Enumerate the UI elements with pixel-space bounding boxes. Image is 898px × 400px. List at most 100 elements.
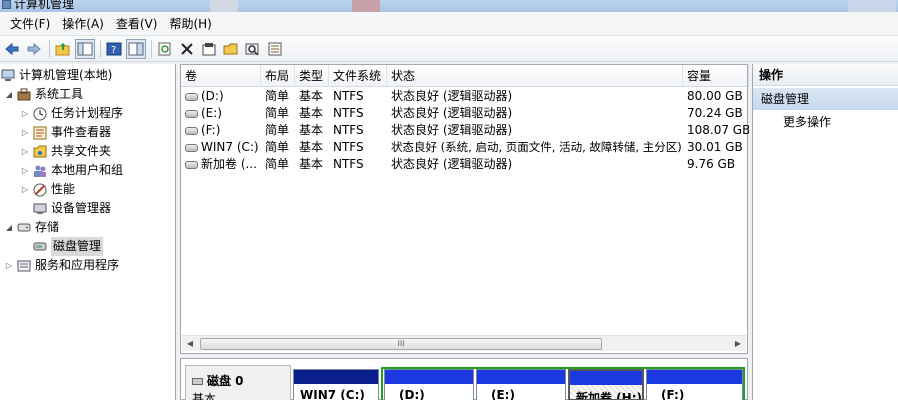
services-icon [16, 258, 32, 274]
table-row[interactable]: 新加卷 (... 简单 基本 NTFS 状态良好 (逻辑驱动器) 9.76 GB [181, 156, 747, 173]
column-header-filesystem[interactable]: 文件系统 [329, 65, 387, 87]
partition-bar [477, 370, 565, 384]
partition-e[interactable]: (E:) [476, 369, 566, 400]
volume-list: 卷 布局 类型 文件系统 状态 容量 (D:) 简单 基本 NTFS 状态良好 … [180, 64, 749, 354]
actions-pane: 操作 磁盘管理 更多操作 [752, 64, 898, 400]
scroll-right-icon[interactable]: ▶ [732, 338, 744, 350]
volume-status: 状态良好 (逻辑驱动器) [391, 89, 513, 103]
volume-filesystem: NTFS [333, 140, 364, 154]
shared-folder-icon [32, 144, 48, 160]
column-header-capacity[interactable]: 容量 [683, 65, 749, 87]
open-folder-icon[interactable] [221, 39, 241, 59]
storage-icon [16, 220, 32, 236]
partition-bar [570, 371, 642, 385]
column-header-volume[interactable]: 卷 [181, 65, 261, 87]
menu-action[interactable]: 操作(A) [56, 14, 110, 34]
table-row[interactable]: (F:) 简单 基本 NTFS 状态良好 (逻辑驱动器) 108.07 GB [181, 122, 749, 139]
horizontal-scrollbar[interactable]: ◀ III ▶ [182, 335, 746, 351]
volume-capacity: 9.76 GB [687, 157, 736, 171]
more-actions-link[interactable]: 更多操作 [783, 112, 831, 132]
column-header-layout[interactable]: 布局 [261, 65, 295, 87]
volume-capacity: 30.01 GB [687, 140, 743, 154]
partition-bar [294, 370, 378, 384]
toolbar-separator [151, 39, 152, 58]
table-row[interactable]: (D:) 简单 基本 NTFS 状态良好 (逻辑驱动器) 80.00 GB [181, 88, 747, 105]
tree-storage[interactable]: ◢ 存储 [4, 218, 59, 237]
scrollbar-thumb[interactable]: III [200, 338, 602, 350]
partition-bar [647, 370, 742, 384]
help-icon[interactable]: ? [104, 39, 124, 59]
show-tree-icon[interactable] [75, 38, 95, 59]
tree-event-viewer[interactable]: ▷ 事件查看器 [20, 123, 111, 142]
volume-capacity: 70.24 GB [687, 106, 743, 120]
volume-icon [185, 109, 198, 118]
expand-arrow-icon[interactable]: ▷ [20, 123, 30, 142]
volume-name: (D:) [201, 89, 224, 103]
column-header-status[interactable]: 状态 [387, 65, 683, 87]
expand-arrow-icon[interactable]: ▷ [4, 256, 14, 275]
forward-arrow-icon[interactable] [24, 39, 44, 59]
up-folder-icon[interactable] [53, 39, 73, 59]
tree-shared-folders[interactable]: ▷ 共享文件夹 [20, 142, 111, 161]
volume-list-header: 卷 布局 类型 文件系统 状态 容量 [181, 65, 749, 87]
table-row[interactable]: WIN7 (C:) 简单 基本 NTFS 状态良好 (系统, 启动, 页面文件,… [181, 139, 747, 156]
back-arrow-icon[interactable] [2, 39, 22, 59]
tree-services-apps[interactable]: ▷ 服务和应用程序 [4, 256, 119, 275]
export-icon[interactable] [265, 39, 285, 59]
properties-icon[interactable] [199, 39, 219, 59]
tree-local-users[interactable]: ▷ 本地用户和组 [20, 161, 123, 180]
partition-d[interactable]: (D:) [384, 369, 474, 400]
partition-f[interactable]: (F:) [646, 369, 743, 400]
performance-icon [32, 182, 48, 198]
volume-layout: 简单 [265, 157, 290, 171]
actions-section-disk-management[interactable]: 磁盘管理 [753, 88, 898, 110]
volume-layout: 简单 [265, 106, 290, 120]
menu-help[interactable]: 帮助(H) [163, 14, 217, 34]
volume-type: 基本 [299, 140, 324, 154]
tree-root[interactable]: 计算机管理(本地) [0, 66, 112, 85]
device-manager-icon [32, 201, 48, 217]
collapse-arrow-icon[interactable]: ◢ [4, 85, 14, 104]
taskbar-thumb-1 [210, 0, 238, 12]
volume-status: 状态良好 (逻辑驱动器) [391, 106, 513, 120]
expand-arrow-icon[interactable]: ▷ [20, 161, 30, 180]
menu-view[interactable]: 查看(V) [110, 14, 164, 34]
volume-type: 基本 [299, 89, 324, 103]
tree-performance[interactable]: ▷ 性能 [20, 180, 75, 199]
partition-bar [385, 370, 473, 384]
navigation-tree: 计算机管理(本地) ◢ 系统工具 ▷ 任务计划程序 ▷ 事件查看器 ▷ 共享文件… [0, 64, 176, 400]
volume-icon [185, 160, 198, 169]
volume-name: WIN7 (C:) [201, 140, 259, 154]
volume-status: 状态良好 (系统, 启动, 页面文件, 活动, 故障转储, 主分区) [391, 140, 682, 154]
menu-file[interactable]: 文件(F) [4, 14, 56, 34]
tree-task-scheduler[interactable]: ▷ 任务计划程序 [20, 104, 123, 123]
partition-c[interactable]: WIN7 (C:) [293, 369, 379, 400]
window-controls[interactable] [848, 0, 896, 12]
scroll-left-icon[interactable]: ◀ [184, 338, 196, 350]
svg-text:?: ? [111, 45, 116, 56]
help-view-icon[interactable] [126, 38, 146, 59]
table-row[interactable]: (E:) 简单 基本 NTFS 状态良好 (逻辑驱动器) 70.24 GB [181, 105, 747, 122]
volume-filesystem: NTFS [333, 123, 364, 137]
tree-system-tools[interactable]: ◢ 系统工具 [4, 85, 83, 104]
volume-icon [185, 126, 198, 135]
disk-info-box[interactable]: 磁盘 0 基本 [185, 365, 291, 400]
collapse-arrow-icon[interactable]: ◢ [4, 218, 14, 237]
volume-capacity: 80.00 GB [687, 89, 743, 103]
toolbar-separator [100, 39, 101, 58]
delete-icon[interactable] [177, 39, 197, 59]
partition-h[interactable]: 新加卷 (H:) [568, 369, 644, 400]
search-icon[interactable] [243, 39, 263, 59]
tree-device-manager[interactable]: 设备管理器 [32, 199, 111, 218]
expand-arrow-icon[interactable]: ▷ [20, 104, 30, 123]
refresh-icon[interactable] [155, 39, 175, 59]
expand-arrow-icon[interactable]: ▷ [20, 142, 30, 161]
window-title: 计算机管理 [14, 0, 75, 11]
volume-status: 状态良好 (逻辑驱动器) [391, 157, 513, 171]
event-log-icon [32, 125, 48, 141]
expand-arrow-icon[interactable]: ▷ [20, 180, 30, 199]
volume-name: 新加卷 (... [201, 157, 257, 171]
tree-disk-management[interactable]: 磁盘管理 [32, 237, 104, 256]
column-header-type[interactable]: 类型 [295, 65, 329, 87]
volume-icon [185, 92, 198, 101]
